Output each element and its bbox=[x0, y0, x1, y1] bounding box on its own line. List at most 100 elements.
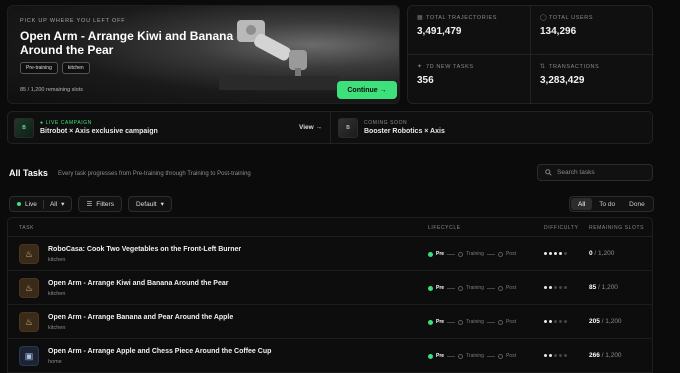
stage-active-icon bbox=[428, 251, 433, 257]
divider bbox=[486, 287, 495, 289]
stat-label: TOTAL USERS bbox=[549, 15, 594, 21]
stage-pre: Pre bbox=[436, 319, 445, 325]
stage-inactive-icon bbox=[458, 353, 464, 359]
stage-active-icon bbox=[428, 319, 433, 325]
chevron-down-icon: ▾ bbox=[61, 201, 65, 208]
slots-remaining-value: 205 bbox=[589, 318, 600, 325]
stage-inactive-icon bbox=[458, 285, 464, 291]
task-name: Open Arm - Arrange Banana and Pear Aroun… bbox=[48, 314, 234, 321]
divider bbox=[486, 355, 495, 357]
search-input[interactable] bbox=[557, 169, 647, 176]
remaining-slots: 266 / 1,200 bbox=[589, 352, 622, 359]
stage-pre: Pre bbox=[436, 285, 445, 291]
lifecycle-stepper: Pre Training Post bbox=[428, 319, 516, 325]
difficulty-dots bbox=[544, 286, 567, 289]
campaign-logo: B bbox=[338, 117, 358, 138]
stat-label: 7D NEW TASKS bbox=[426, 64, 474, 70]
stage-inactive-icon bbox=[458, 251, 464, 257]
continue-task-card[interactable]: PICK UP WHERE YOU LEFT OFF Open Arm - Ar… bbox=[7, 5, 400, 104]
hero-remaining-slots: 85 / 1,200 remaining slots bbox=[20, 87, 83, 93]
task-category: home bbox=[48, 359, 62, 365]
task-category: kitchen bbox=[48, 257, 66, 263]
stat-label: TRANSACTIONS bbox=[549, 64, 600, 70]
stat-value: 356 bbox=[417, 75, 434, 86]
stage-inactive-icon bbox=[497, 285, 503, 291]
campaign-logo: B bbox=[14, 117, 34, 138]
header-difficulty: DIFFICULTY bbox=[544, 225, 579, 231]
divider bbox=[486, 253, 495, 255]
kitchen-icon: ♨ bbox=[19, 244, 39, 264]
status-segmented-control: All To do Done bbox=[569, 196, 654, 212]
stage-inactive-icon bbox=[497, 251, 503, 257]
continue-button[interactable]: Continue → bbox=[337, 81, 397, 99]
live-dot-icon bbox=[17, 202, 21, 206]
stage-training: Training bbox=[466, 353, 484, 359]
search-box[interactable] bbox=[537, 164, 653, 181]
slots-remaining-value: 266 bbox=[589, 352, 600, 359]
divider bbox=[447, 253, 456, 255]
chevron-down-icon: ▾ bbox=[160, 201, 164, 208]
campaign-bar: B ● LIVE CAMPAIGN Bitrobot × Axis exclus… bbox=[7, 111, 653, 144]
segment-all[interactable]: All bbox=[571, 198, 593, 210]
sort-value: Default bbox=[135, 200, 157, 208]
filter-icon: ☰ bbox=[86, 201, 93, 208]
header-task: TASK bbox=[19, 225, 35, 231]
task-name: Open Arm - Arrange Apple and Chess Piece… bbox=[48, 348, 272, 355]
sort-select[interactable]: Default ▾ bbox=[127, 196, 172, 212]
remaining-slots: 205 / 1,200 bbox=[589, 318, 622, 325]
lifecycle-stepper: Pre Training Post bbox=[428, 285, 516, 291]
stage-post: Post bbox=[505, 251, 516, 257]
segment-todo[interactable]: To do bbox=[592, 198, 622, 210]
stage-post: Post bbox=[505, 353, 516, 359]
table-row[interactable]: ♨ Open Arm - Arrange Kiwi and Banana Aro… bbox=[8, 271, 652, 305]
divider bbox=[42, 199, 44, 209]
stat-value: 3,491,479 bbox=[417, 26, 462, 37]
stage-post: Post bbox=[505, 285, 516, 291]
campaign-live[interactable]: B ● LIVE CAMPAIGN Bitrobot × Axis exclus… bbox=[8, 112, 331, 143]
campaign-name: Booster Robotics × Axis bbox=[364, 128, 445, 135]
stage-training: Training bbox=[466, 319, 484, 325]
stage-active-icon bbox=[428, 353, 433, 359]
transfer-icon: ⇅ bbox=[540, 64, 546, 70]
status-select-value: All bbox=[49, 200, 58, 208]
difficulty-dots bbox=[544, 354, 567, 357]
tasks-table: TASK LIFECYCLE DIFFICULTY REMAINING SLOT… bbox=[7, 217, 653, 373]
campaign-kicker: COMING SOON bbox=[364, 120, 408, 126]
filters-label: Filters bbox=[96, 200, 114, 208]
stat-total-trajectories: ▦ TOTAL TRAJECTORIES 3,491,479 bbox=[408, 6, 531, 55]
task-name: RoboCasa: Cook Two Vegetables on the Fro… bbox=[48, 246, 242, 253]
stage-pre: Pre bbox=[436, 353, 445, 359]
hero-kicker: PICK UP WHERE YOU LEFT OFF bbox=[20, 18, 126, 24]
search-icon bbox=[545, 169, 552, 176]
stat-total-users: ◯ TOTAL USERS 134,296 bbox=[531, 6, 654, 55]
stat-new-tasks: ✦ 7D NEW TASKS 356 bbox=[408, 55, 531, 104]
kitchen-icon: ♨ bbox=[19, 312, 39, 332]
difficulty-dots bbox=[544, 320, 567, 323]
slots-total: / 1,200 bbox=[596, 284, 618, 291]
table-row[interactable]: ♨ RoboCasa: Cook Two Vegetables on the F… bbox=[8, 237, 652, 271]
filters-button[interactable]: ☰ Filters bbox=[78, 196, 122, 212]
table-header: TASK LIFECYCLE DIFFICULTY REMAINING SLOT… bbox=[8, 218, 652, 237]
stage-inactive-icon bbox=[497, 319, 503, 325]
stat-transactions: ⇅ TRANSACTIONS 3,283,429 bbox=[531, 55, 654, 104]
hero-tags: Pre-training kitchen bbox=[20, 62, 90, 74]
live-filter-chip[interactable]: Live All ▾ bbox=[9, 196, 73, 212]
kitchen-icon: ♨ bbox=[19, 278, 39, 298]
stage-inactive-icon bbox=[458, 319, 464, 325]
live-label: Live bbox=[25, 200, 37, 208]
stat-value: 134,296 bbox=[540, 26, 577, 37]
campaign-view-link[interactable]: View → bbox=[299, 124, 322, 131]
table-row[interactable]: ▣ Open Arm - Arrange Apple and Chess Pie… bbox=[8, 339, 652, 373]
difficulty-dots bbox=[544, 252, 567, 255]
stage-training: Training bbox=[466, 251, 484, 257]
task-category: kitchen bbox=[48, 325, 66, 331]
stats-panel: ▦ TOTAL TRAJECTORIES 3,491,479 ◯ TOTAL USE… bbox=[407, 5, 654, 104]
user-icon: ◯ bbox=[540, 15, 548, 21]
segment-done[interactable]: Done bbox=[622, 198, 652, 210]
grid-icon: ▦ bbox=[417, 15, 424, 21]
campaign-name: Bitrobot × Axis exclusive campaign bbox=[40, 128, 158, 135]
task-name: Open Arm - Arrange Kiwi and Banana Aroun… bbox=[48, 280, 229, 287]
table-row[interactable]: ♨ Open Arm - Arrange Banana and Pear Aro… bbox=[8, 305, 652, 339]
stage-training: Training bbox=[466, 285, 484, 291]
campaign-kicker: ● LIVE CAMPAIGN bbox=[40, 120, 92, 126]
